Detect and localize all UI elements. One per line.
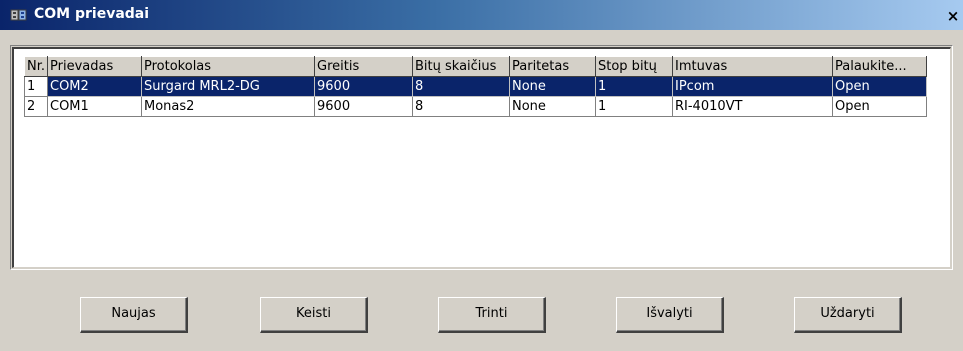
column-header-palaukite[interactable]: Palaukite... bbox=[832, 56, 927, 77]
cell-paritetas: None bbox=[509, 96, 596, 117]
cell-nr: 2 bbox=[24, 96, 48, 117]
cell-protokolas: Surgard MRL2-DG bbox=[141, 76, 315, 97]
cell-paritetas: None bbox=[509, 76, 596, 97]
column-header-prievadas[interactable]: Prievadas bbox=[47, 56, 142, 77]
cell-bitu-skaicius: 8 bbox=[412, 76, 510, 97]
cell-protokolas: Monas2 bbox=[141, 96, 315, 117]
table-row[interactable]: 2 COM1 Monas2 9600 8 None 1 RI-4010VT Op… bbox=[24, 96, 927, 117]
cell-stop-bitu: 1 bbox=[595, 76, 673, 97]
window-title: COM prievadai bbox=[34, 6, 150, 22]
edit-button[interactable]: Keisti bbox=[260, 297, 368, 333]
network-ports-icon bbox=[10, 7, 27, 23]
close-button[interactable]: Uždaryti bbox=[794, 297, 902, 333]
cell-nr: 1 bbox=[24, 76, 48, 97]
column-header-protokolas[interactable]: Protokolas bbox=[141, 56, 315, 77]
column-header-bitu-skaicius[interactable]: Bitų skaičius bbox=[412, 56, 510, 77]
cell-imtuvas: IPcom bbox=[672, 76, 833, 97]
clear-button[interactable]: Išvalyti bbox=[616, 297, 724, 333]
table-row[interactable]: 1 COM2 Surgard MRL2-DG 9600 8 None 1 IPc… bbox=[24, 76, 927, 97]
cell-stop-bitu: 1 bbox=[595, 96, 673, 117]
column-header-nr[interactable]: Nr. bbox=[24, 56, 48, 77]
column-header-paritetas[interactable]: Paritetas bbox=[509, 56, 596, 77]
cell-bitu-skaicius: 8 bbox=[412, 96, 510, 117]
cell-prievadas: COM2 bbox=[47, 76, 142, 97]
cell-greitis: 9600 bbox=[314, 96, 413, 117]
column-header-imtuvas[interactable]: Imtuvas bbox=[672, 56, 833, 77]
close-icon[interactable]: × bbox=[946, 9, 960, 24]
cell-prievadas: COM1 bbox=[47, 96, 142, 117]
column-header-greitis[interactable]: Greitis bbox=[314, 56, 413, 77]
delete-button[interactable]: Trinti bbox=[438, 297, 546, 333]
cell-greitis: 9600 bbox=[314, 76, 413, 97]
column-header-stop-bitu[interactable]: Stop bitų bbox=[595, 56, 673, 77]
title-bar[interactable]: COM prievadai × bbox=[0, 0, 963, 30]
cell-palaukite: Open bbox=[832, 96, 927, 117]
cell-palaukite: Open bbox=[832, 76, 927, 97]
new-button[interactable]: Naujas bbox=[80, 297, 188, 333]
table-header: Nr. Prievadas Protokolas Greitis Bitų sk… bbox=[24, 56, 927, 77]
com-ports-table: Nr. Prievadas Protokolas Greitis Bitų sk… bbox=[24, 56, 927, 117]
cell-imtuvas: RI-4010VT bbox=[672, 96, 833, 117]
com-ports-list[interactable]: Nr. Prievadas Protokolas Greitis Bitų sk… bbox=[12, 47, 951, 268]
